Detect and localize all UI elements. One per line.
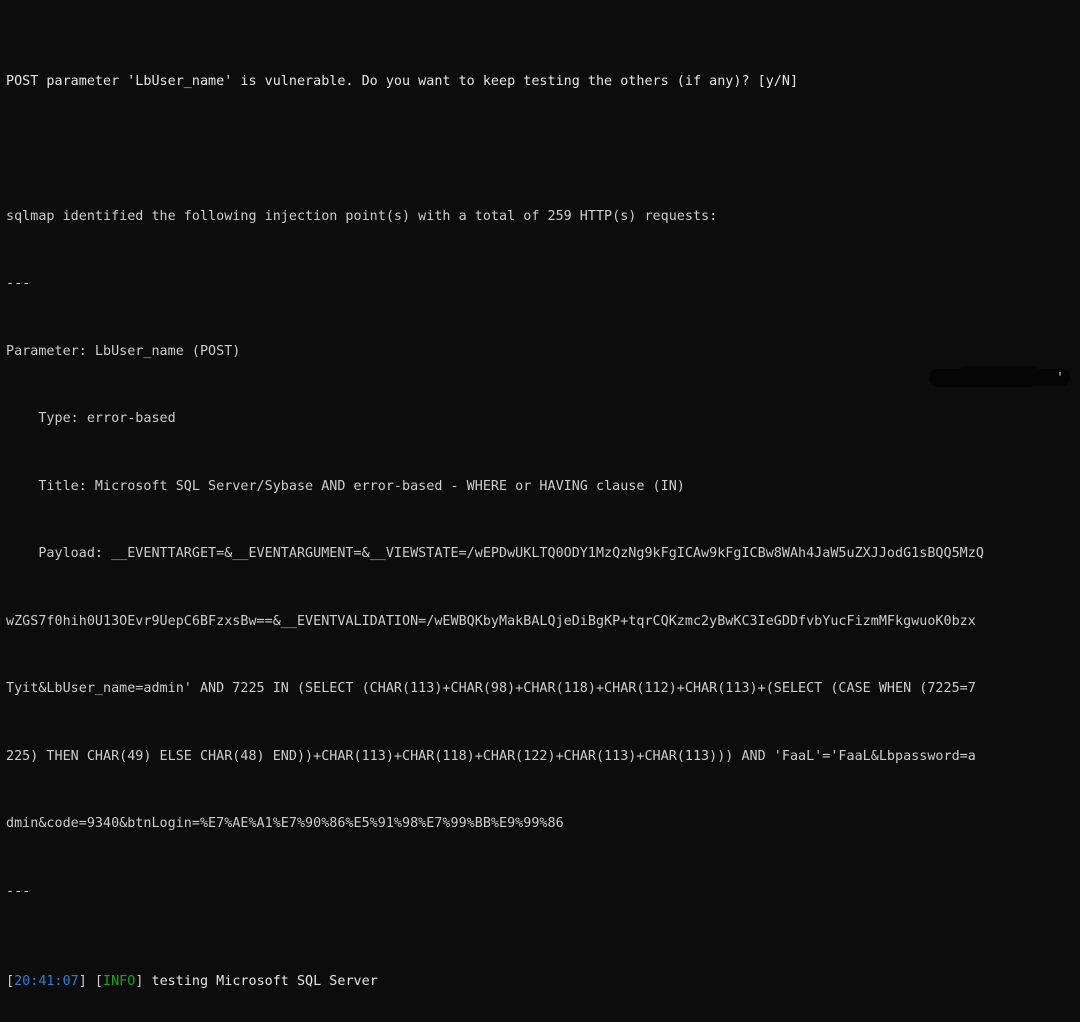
payload-line-5: dmin&code=9340&btnLogin=%E7%AE%A1%E7%90%… xyxy=(6,816,564,831)
type-line: Type: error-based xyxy=(6,411,176,426)
redaction-blob xyxy=(929,366,1070,387)
payload-line-1: Payload: __EVENTTARGET=&__EVENTARGUMENT=… xyxy=(6,546,984,561)
log-level-info: INFO xyxy=(103,973,136,989)
parameter-line: Parameter: LbUser_name (POST) xyxy=(6,343,241,359)
output-path-closing-quote: ' xyxy=(1056,371,1065,386)
payload-line-4: 225) THEN CHAR(49) ELSE CHAR(48) END))+C… xyxy=(6,748,976,764)
terminal-output-pane[interactable]: POST parameter 'LbUser_name' is vulnerab… xyxy=(0,0,1080,989)
title-line: Title: Microsoft SQL Server/Sybase AND e… xyxy=(6,478,685,494)
injection-summary-line: sqlmap identified the following injectio… xyxy=(6,208,718,224)
bracket-close-2: ] xyxy=(135,973,152,989)
payload-line-2: wZGS7f0hih0U13OEvr9UepC6BFzxsBw==&__EVEN… xyxy=(6,613,976,629)
bracket-open: [ xyxy=(6,973,15,989)
bracket-close: ] [ xyxy=(78,973,103,989)
separator-line-bottom: --- xyxy=(6,883,31,899)
separator-line-top: --- xyxy=(6,276,31,291)
log-timestamp: 20:41:07 xyxy=(14,973,79,989)
payload-line-3: Tyit&LbUser_name=admin' AND 7225 IN (SEL… xyxy=(6,681,976,696)
vulnerable-prompt-line: POST parameter 'LbUser_name' is vulnerab… xyxy=(6,73,799,89)
log-line-testing-mssql: [20:41:07] [INFO] testing Microsoft SQL … xyxy=(6,971,1080,994)
log-message: testing Microsoft SQL Server xyxy=(151,973,378,989)
